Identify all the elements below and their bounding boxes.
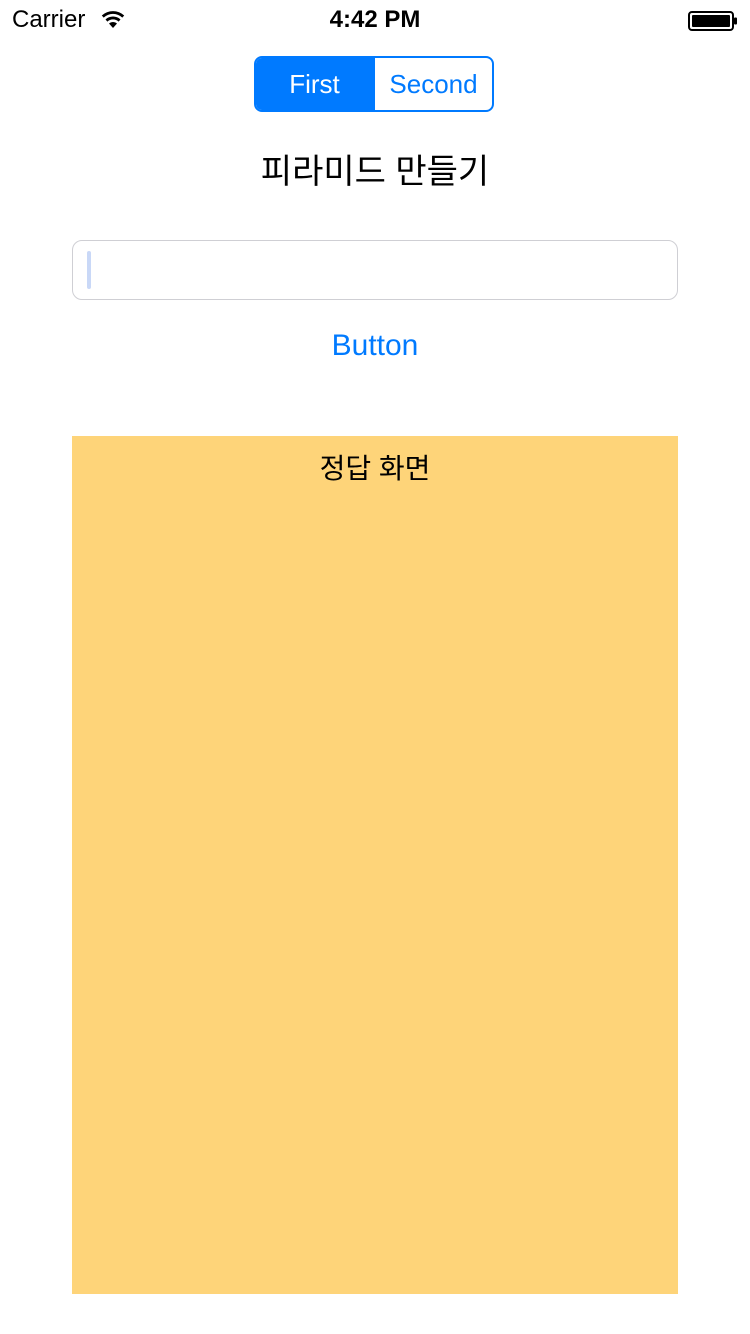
segment-second[interactable]: Second <box>373 58 492 110</box>
answer-panel-title: 정답 화면 <box>319 453 431 484</box>
segment-first[interactable]: First <box>256 58 373 110</box>
text-input[interactable] <box>87 249 661 293</box>
segmented-control: First Second <box>254 56 494 112</box>
status-time: 4:42 PM <box>329 6 421 33</box>
status-bar: Carrier 4:42 PM <box>0 0 750 40</box>
battery-icon <box>688 10 738 32</box>
answer-panel: 정답 화면 <box>72 436 678 1294</box>
submit-button[interactable]: Button <box>0 326 750 366</box>
text-field[interactable] <box>72 240 678 300</box>
page-title: 피라미드 만들기 <box>260 153 490 191</box>
